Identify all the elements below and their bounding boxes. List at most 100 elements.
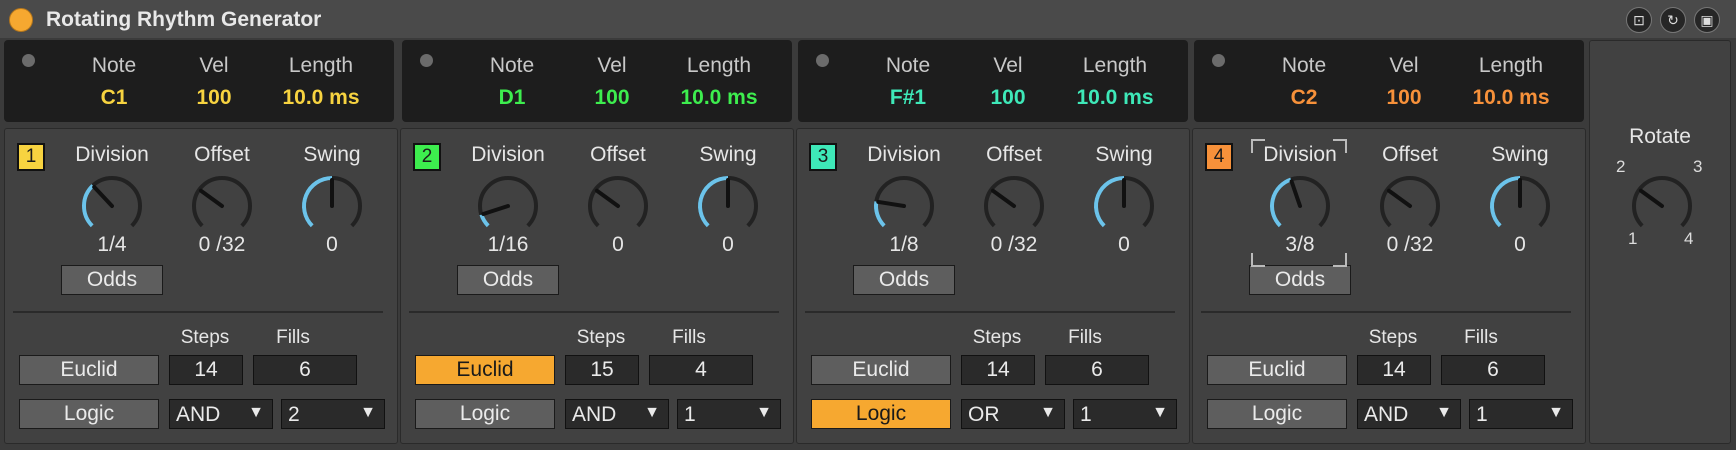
logic-value-dropdown[interactable]: 1 ▼ — [1073, 399, 1177, 429]
fills-label: Fills — [1068, 327, 1102, 348]
logic-operator-dropdown[interactable]: AND ▼ — [1357, 399, 1461, 429]
note-panel-1: Note Vel Length C1 100 10.0 ms — [4, 40, 394, 122]
fills-field[interactable]: 4 — [649, 355, 753, 385]
division-value: 1/4 — [97, 233, 127, 256]
chevron-down-icon: ▼ — [360, 404, 376, 421]
logic-value-dropdown[interactable]: 1 ▼ — [677, 399, 781, 429]
logic-operator-value: AND — [1364, 403, 1409, 426]
steps-field[interactable]: 14 — [1357, 355, 1431, 385]
fills-field[interactable]: 6 — [1441, 355, 1545, 385]
focus-bracket — [1333, 253, 1347, 267]
odds-button[interactable]: Odds — [853, 265, 955, 295]
length-value[interactable]: 10.0 ms — [266, 86, 376, 110]
steps-field[interactable]: 14 — [961, 355, 1035, 385]
division-knob[interactable] — [1267, 173, 1333, 239]
activity-led — [420, 54, 433, 67]
vel-value[interactable]: 100 — [968, 86, 1048, 110]
steps-label: Steps — [576, 327, 626, 348]
division-knob[interactable] — [475, 173, 541, 239]
offset-knob[interactable] — [189, 173, 255, 239]
section-divider — [1201, 311, 1571, 313]
division-knob[interactable] — [871, 173, 937, 239]
refresh-icon[interactable]: ↻ — [1660, 7, 1686, 33]
lane-number-badge: 4 — [1205, 143, 1233, 171]
rotate-knob[interactable] — [1629, 173, 1695, 239]
division-value: 1/8 — [889, 233, 919, 256]
logic-value: 1 — [684, 403, 696, 426]
note-value[interactable]: F#1 — [868, 86, 948, 110]
logic-operator-dropdown[interactable]: AND ▼ — [169, 399, 273, 429]
logic-operator-dropdown[interactable]: OR ▼ — [961, 399, 1065, 429]
rotate-label: Rotate — [1629, 125, 1691, 148]
steps-label: Steps — [180, 327, 230, 348]
euclid-button[interactable]: Euclid — [1207, 355, 1347, 385]
length-header: Length — [1082, 54, 1148, 77]
offset-value: 0 /32 — [1386, 233, 1434, 256]
section-divider — [409, 311, 779, 313]
note-value[interactable]: C1 — [74, 86, 154, 110]
logic-value-dropdown[interactable]: 1 ▼ — [1469, 399, 1573, 429]
division-label: Division — [75, 143, 149, 166]
note-value[interactable]: C2 — [1264, 86, 1344, 110]
chevron-down-icon: ▼ — [1436, 404, 1452, 421]
vel-header: Vel — [993, 54, 1023, 77]
odds-button[interactable]: Odds — [457, 265, 559, 295]
vel-header: Vel — [597, 54, 627, 77]
offset-value: 0 — [612, 233, 624, 256]
steps-field[interactable]: 14 — [169, 355, 243, 385]
lane-3: 3 Division Offset Swing 1/8 0 /32 0 Odds… — [796, 128, 1190, 444]
hot-swap-icon[interactable]: ⊡ — [1626, 7, 1652, 33]
logic-value: 1 — [1080, 403, 1092, 426]
lane-number-badge: 2 — [413, 143, 441, 171]
fills-label: Fills — [672, 327, 706, 348]
note-value[interactable]: D1 — [472, 86, 552, 110]
offset-knob[interactable] — [981, 173, 1047, 239]
vel-value[interactable]: 100 — [572, 86, 652, 110]
vel-header: Vel — [1389, 54, 1419, 77]
section-divider — [805, 311, 1175, 313]
activity-led — [816, 54, 829, 67]
chevron-down-icon: ▼ — [248, 404, 264, 421]
offset-knob[interactable] — [585, 173, 651, 239]
swing-knob[interactable] — [1487, 173, 1553, 239]
logic-button[interactable]: Logic — [811, 399, 951, 429]
section-divider — [13, 311, 383, 313]
lane-2: 2 Division Offset Swing 1/16 0 0 Odds St… — [400, 128, 794, 444]
logic-button[interactable]: Logic — [1207, 399, 1347, 429]
logic-operator-value: OR — [968, 403, 1000, 426]
length-value[interactable]: 10.0 ms — [1060, 86, 1170, 110]
vel-value[interactable]: 100 — [1364, 86, 1444, 110]
swing-knob[interactable] — [695, 173, 761, 239]
logic-value: 1 — [1476, 403, 1488, 426]
note-panel-3: Note Vel Length F#1 100 10.0 ms — [798, 40, 1188, 122]
offset-knob[interactable] — [1377, 173, 1443, 239]
logic-operator-value: AND — [176, 403, 221, 426]
fills-field[interactable]: 6 — [1045, 355, 1149, 385]
swing-knob[interactable] — [299, 173, 365, 239]
length-value[interactable]: 10.0 ms — [664, 86, 774, 110]
euclid-button[interactable]: Euclid — [811, 355, 951, 385]
fills-field[interactable]: 6 — [253, 355, 357, 385]
swing-value: 0 — [1514, 233, 1526, 256]
vel-value[interactable]: 100 — [174, 86, 254, 110]
device-power-toggle[interactable] — [9, 8, 33, 32]
save-icon[interactable]: ▣ — [1694, 7, 1720, 33]
odds-button[interactable]: Odds — [1249, 265, 1351, 295]
logic-button[interactable]: Logic — [19, 399, 159, 429]
length-header: Length — [288, 54, 354, 77]
length-value[interactable]: 10.0 ms — [1456, 86, 1566, 110]
euclid-button[interactable]: Euclid — [19, 355, 159, 385]
chevron-down-icon: ▼ — [644, 404, 660, 421]
note-panel-2: Note Vel Length D1 100 10.0 ms — [402, 40, 792, 122]
division-knob[interactable] — [79, 173, 145, 239]
logic-button[interactable]: Logic — [415, 399, 555, 429]
logic-operator-dropdown[interactable]: AND ▼ — [565, 399, 669, 429]
swing-knob[interactable] — [1091, 173, 1157, 239]
fills-label: Fills — [1464, 327, 1498, 348]
euclid-button[interactable]: Euclid — [415, 355, 555, 385]
logic-value-dropdown[interactable]: 2 ▼ — [281, 399, 385, 429]
odds-button[interactable]: Odds — [61, 265, 163, 295]
lane-1: 1 Division Offset Swing 1/4 0 /32 0 Odds… — [4, 128, 398, 444]
steps-field[interactable]: 15 — [565, 355, 639, 385]
title-bar: Rotating Rhythm Generator ⊡ ↻ ▣ — [0, 0, 1736, 38]
